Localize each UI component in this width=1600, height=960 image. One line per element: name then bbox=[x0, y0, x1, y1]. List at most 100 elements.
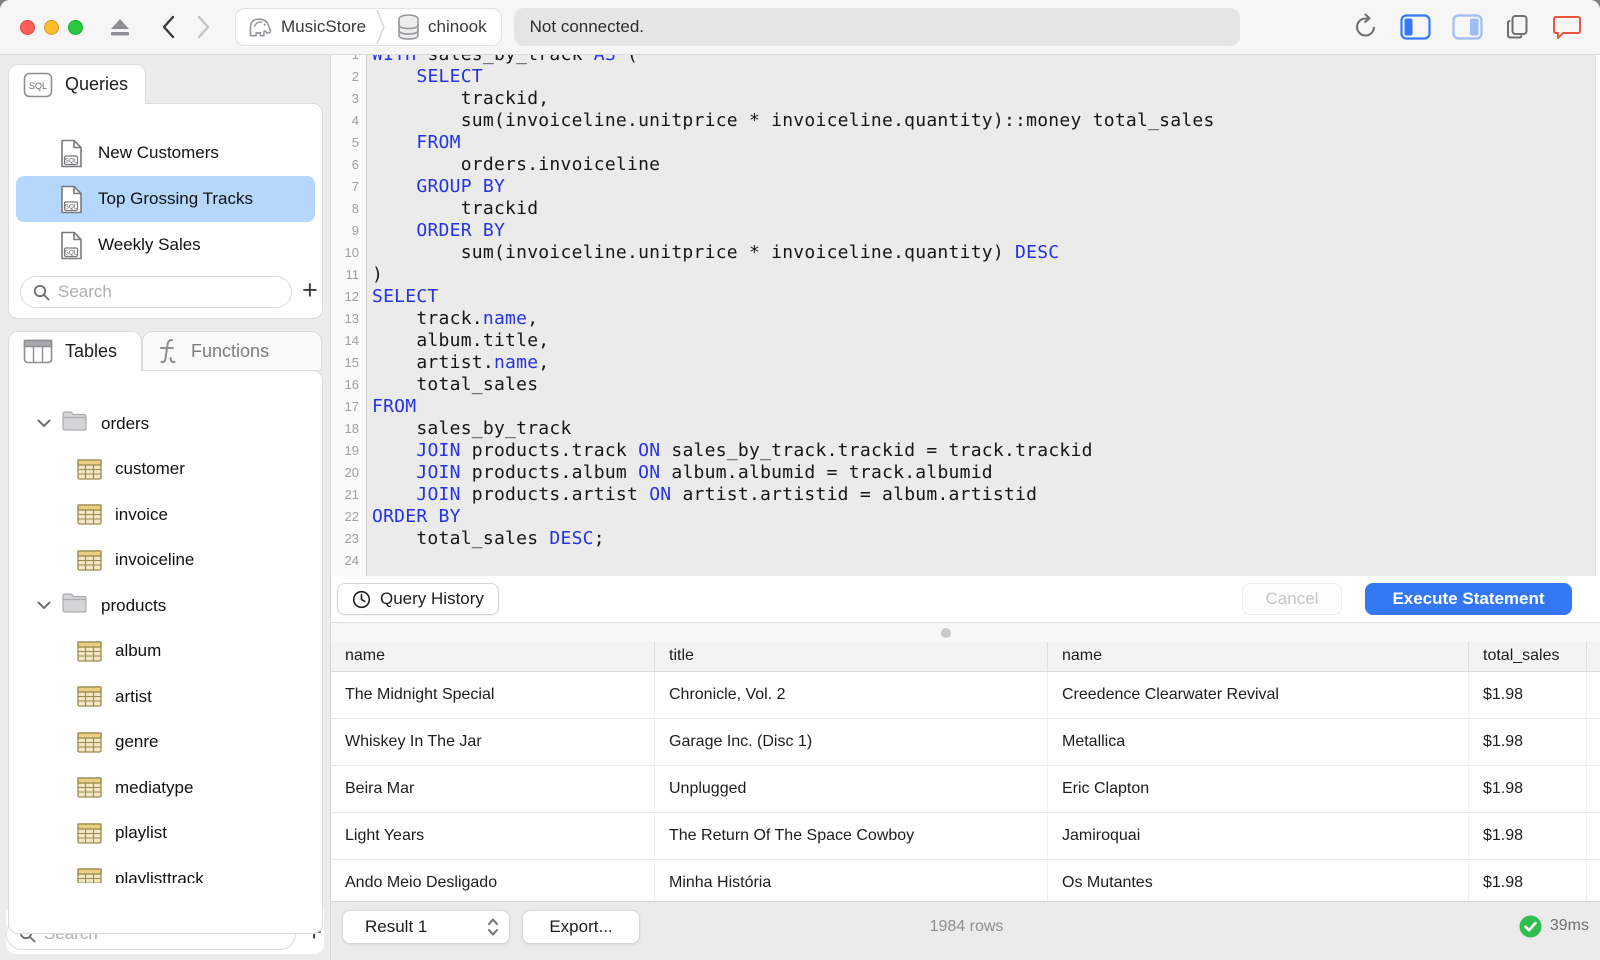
query-item[interactable]: SQL New Customers bbox=[16, 130, 315, 176]
table-cell[interactable]: $1.98 bbox=[1469, 859, 1587, 901]
code-line[interactable]: artist.name, bbox=[372, 352, 1600, 374]
table-cell[interactable]: Minha História bbox=[655, 859, 1048, 901]
code-line[interactable]: sales_by_track bbox=[372, 418, 1600, 440]
table-cell[interactable]: $1.98 bbox=[1469, 671, 1587, 718]
minimize-button[interactable] bbox=[44, 19, 59, 35]
table-cell[interactable]: Os Mutantes bbox=[1048, 859, 1469, 901]
code-line[interactable]: FROM bbox=[372, 132, 1600, 154]
table-cell[interactable]: Garage Inc. (Disc 1) bbox=[655, 718, 1048, 765]
close-button[interactable] bbox=[20, 19, 35, 35]
table-cell[interactable]: Eric Clapton bbox=[1048, 765, 1469, 812]
table-cell[interactable]: Chronicle, Vol. 2 bbox=[655, 671, 1048, 718]
table-cell[interactable]: Metallica bbox=[1048, 718, 1469, 765]
tab-tables[interactable]: Tables bbox=[8, 331, 142, 371]
tree-table-row[interactable]: artist bbox=[9, 674, 322, 720]
code-line[interactable]: SELECT bbox=[372, 66, 1600, 88]
forward-icon[interactable] bbox=[197, 15, 211, 39]
table-grid-icon bbox=[77, 732, 102, 753]
code-line[interactable]: sum(invoiceline.unitprice * invoiceline.… bbox=[372, 110, 1600, 132]
code-line[interactable]: trackid, bbox=[372, 88, 1600, 110]
execute-statement-button[interactable]: Execute Statement bbox=[1365, 583, 1572, 616]
tree-table-row[interactable]: playlist bbox=[9, 811, 322, 857]
table-cell[interactable]: $1.98 bbox=[1469, 718, 1587, 765]
code-line[interactable]: FROM bbox=[372, 396, 1600, 418]
line-number: 10 bbox=[344, 245, 359, 260]
chevron-down-icon[interactable] bbox=[37, 601, 51, 610]
chat-icon[interactable] bbox=[1552, 13, 1582, 41]
code-line[interactable]: WITH sales_by_track AS ( bbox=[372, 55, 1600, 66]
column-header[interactable]: title bbox=[655, 642, 1048, 671]
table-cell[interactable]: Creedence Clearwater Revival bbox=[1048, 671, 1469, 718]
breadcrumb-connection[interactable]: MusicStore bbox=[246, 14, 366, 40]
sql-document-icon: SQL bbox=[61, 139, 82, 167]
column-header[interactable]: name bbox=[1048, 642, 1469, 671]
svg-text:SQL: SQL bbox=[65, 249, 78, 256]
code-line[interactable]: JOIN products.album ON album.albumid = t… bbox=[372, 462, 1600, 484]
table-cell-spacer bbox=[1587, 860, 1600, 901]
table-cell[interactable]: $1.98 bbox=[1469, 765, 1587, 812]
code-line[interactable]: album.title, bbox=[372, 330, 1600, 352]
queries-search[interactable] bbox=[20, 276, 292, 308]
code-line[interactable]: trackid bbox=[372, 198, 1600, 220]
chevron-down-icon[interactable] bbox=[37, 419, 51, 428]
cancel-button[interactable]: Cancel bbox=[1242, 583, 1342, 616]
code-line[interactable]: orders.invoiceline bbox=[372, 154, 1600, 176]
zoom-button[interactable] bbox=[68, 19, 83, 35]
table-cell[interactable]: Whiskey In The Jar bbox=[331, 718, 655, 765]
code-line[interactable]: sum(invoiceline.unitprice * invoiceline.… bbox=[372, 242, 1600, 264]
breadcrumb-database[interactable]: chinook bbox=[396, 13, 487, 41]
result-selector[interactable]: Result 1 bbox=[342, 909, 510, 944]
breadcrumb-connection-label: MusicStore bbox=[281, 17, 367, 36]
panel-left-icon[interactable] bbox=[1400, 14, 1431, 40]
tree-table-row[interactable]: playlisttrack bbox=[9, 856, 322, 883]
editor-scrollbar-track[interactable] bbox=[1595, 55, 1600, 576]
editor-code[interactable]: WITH sales_by_track AS ( SELECT trackid,… bbox=[367, 55, 1600, 576]
table-cell[interactable]: Light Years bbox=[331, 812, 655, 859]
query-item[interactable]: SQL Weekly Sales bbox=[16, 222, 315, 268]
panel-right-icon[interactable] bbox=[1452, 14, 1483, 40]
tree-table-row[interactable]: customer bbox=[9, 447, 322, 493]
table-cell[interactable]: Beira Mar bbox=[331, 765, 655, 812]
code-line[interactable]: ) bbox=[372, 264, 1600, 286]
table-cell[interactable]: Ando Meio Desligado bbox=[331, 859, 655, 901]
code-line[interactable]: track.name, bbox=[372, 308, 1600, 330]
sql-editor[interactable]: 123456789101112131415161718192021222324 … bbox=[331, 55, 1600, 576]
query-item[interactable]: SQL Top Grossing Tracks bbox=[16, 176, 315, 222]
back-icon[interactable] bbox=[161, 15, 175, 39]
tree-schema-row[interactable]: products bbox=[9, 583, 322, 629]
tree-table-row[interactable]: album bbox=[9, 629, 322, 675]
code-line[interactable]: total_sales bbox=[372, 374, 1600, 396]
column-header[interactable]: total_sales bbox=[1469, 642, 1587, 671]
results-rows: The Midnight Special Chronicle, Vol. 2 Cre… bbox=[331, 671, 1600, 901]
code-line[interactable]: JOIN products.artist ON artist.artistid … bbox=[372, 484, 1600, 506]
add-query-button[interactable]: + bbox=[302, 276, 320, 308]
queries-search-input[interactable] bbox=[58, 282, 279, 302]
code-line[interactable]: SELECT bbox=[372, 286, 1600, 308]
table-cell[interactable]: Unplugged bbox=[655, 765, 1048, 812]
code-line[interactable]: ORDER BY bbox=[372, 506, 1600, 528]
results-splitter[interactable] bbox=[331, 622, 1600, 643]
tree-table-row[interactable]: genre bbox=[9, 720, 322, 766]
code-line[interactable]: total_sales DESC; bbox=[372, 528, 1600, 550]
export-button[interactable]: Export... bbox=[522, 909, 640, 944]
table-cell[interactable]: Jamiroquai bbox=[1048, 812, 1469, 859]
tab-queries[interactable]: SQL Queries bbox=[8, 64, 146, 104]
table-cell[interactable]: The Midnight Special bbox=[331, 671, 655, 718]
tree-table-row[interactable]: invoiceline bbox=[9, 538, 322, 584]
tree-table-row[interactable]: invoice bbox=[9, 492, 322, 538]
splitter-handle-icon[interactable] bbox=[941, 628, 951, 639]
query-history-button[interactable]: Query History bbox=[337, 583, 499, 616]
code-line[interactable] bbox=[372, 550, 1600, 572]
code-line[interactable]: JOIN products.track ON sales_by_track.tr… bbox=[372, 440, 1600, 462]
code-line[interactable]: ORDER BY bbox=[372, 220, 1600, 242]
tab-functions[interactable]: Functions bbox=[142, 331, 322, 371]
column-header[interactable]: name bbox=[331, 642, 655, 671]
refresh-icon[interactable] bbox=[1353, 13, 1379, 41]
tree-table-row[interactable]: mediatype bbox=[9, 765, 322, 811]
table-cell[interactable]: The Return Of The Space Cowboy bbox=[655, 812, 1048, 859]
table-cell[interactable]: $1.98 bbox=[1469, 812, 1587, 859]
eject-icon[interactable] bbox=[109, 17, 131, 37]
code-line[interactable]: GROUP BY bbox=[372, 176, 1600, 198]
tree-schema-row[interactable]: orders bbox=[9, 401, 322, 447]
windows-icon[interactable] bbox=[1504, 13, 1531, 41]
